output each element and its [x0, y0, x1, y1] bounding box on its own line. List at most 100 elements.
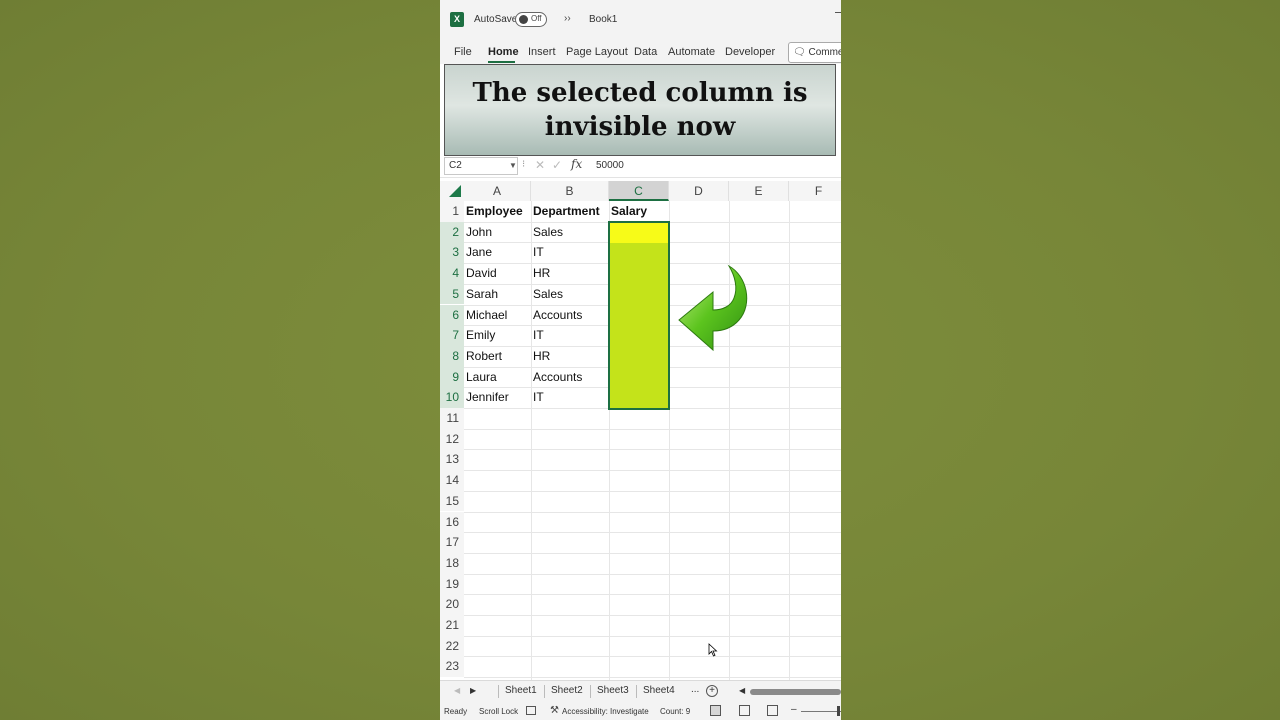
header-cell[interactable]: Department [531, 201, 619, 222]
row-header-7[interactable]: 7 [440, 325, 464, 346]
formula-input[interactable]: 50000 [596, 160, 624, 171]
sheet-tab-4[interactable]: Sheet4 [643, 685, 675, 696]
gridline [464, 615, 841, 616]
column-header-a[interactable]: A [464, 181, 531, 201]
column-header-c[interactable]: C [609, 181, 669, 201]
prev-sheet-icon[interactable]: ◀ [454, 686, 460, 695]
macro-record-icon[interactable] [526, 706, 536, 715]
row-header-4[interactable]: 4 [440, 263, 464, 284]
more-sheets-button[interactable]: ... [691, 684, 699, 695]
column-header-f[interactable]: F [789, 181, 841, 201]
row-header-1[interactable]: 1 [440, 201, 464, 222]
tab-home[interactable]: Home [488, 46, 519, 58]
select-all-button[interactable] [440, 181, 464, 201]
caption-banner: The selected column is invisible now [444, 64, 836, 156]
row-header-3[interactable]: 3 [440, 242, 464, 264]
status-bar: Ready Scroll Lock ⚒ Accessibility: Inves… [440, 702, 841, 720]
table-cell[interactable]: HR [531, 263, 609, 284]
check-icon[interactable]: ✓ [552, 158, 562, 172]
table-cell[interactable]: Michael [464, 305, 531, 326]
gridline [464, 573, 841, 575]
table-cell[interactable]: IT [531, 242, 609, 263]
row-header-5[interactable]: 5 [440, 283, 464, 305]
row-header-10[interactable]: 10 [440, 387, 464, 408]
table-cell[interactable]: Robert [464, 346, 531, 367]
table-cell[interactable]: Jennifer [464, 387, 531, 408]
horizontal-scrollbar[interactable] [750, 689, 841, 695]
double-chevron-right-icon[interactable]: ›› [564, 13, 571, 24]
row-header-16[interactable]: 16 [440, 511, 464, 533]
table-cell[interactable]: Sarah [464, 284, 531, 305]
add-sheet-button[interactable]: + [706, 685, 718, 697]
table-cell[interactable]: Jane [464, 242, 531, 263]
status-accessibility[interactable]: Accessibility: Investigate [562, 707, 649, 716]
name-box[interactable]: C2 ▼ [444, 157, 518, 175]
normal-view-icon[interactable] [710, 705, 721, 716]
row-header-9[interactable]: 9 [440, 366, 464, 388]
column-header-d[interactable]: D [669, 181, 729, 201]
row-header-8[interactable]: 8 [440, 345, 464, 367]
row-header-12[interactable]: 12 [440, 428, 464, 450]
ribbon-tabs: File Home Insert Page Layout Data Automa… [440, 40, 841, 64]
page-layout-view-icon[interactable] [739, 705, 750, 716]
row-header-19[interactable]: 19 [440, 573, 464, 595]
header-cell[interactable]: Salary [609, 201, 679, 222]
status-ready: Ready [444, 707, 468, 716]
chevron-down-icon[interactable]: ▼ [509, 161, 517, 170]
zoom-slider-thumb[interactable] [837, 706, 840, 716]
tab-divider [498, 685, 499, 698]
row-header-11[interactable]: 11 [440, 408, 464, 429]
row-header-17[interactable]: 17 [440, 532, 464, 553]
row-header-21[interactable]: 21 [440, 615, 464, 636]
table-cell[interactable]: Emily [464, 325, 531, 346]
table-cell[interactable]: IT [531, 325, 609, 346]
sheet-tab-1[interactable]: Sheet1 [505, 685, 537, 696]
cancel-icon[interactable]: ✕ [535, 158, 545, 172]
header-cell[interactable]: Employee [464, 201, 541, 222]
row-header-2[interactable]: 2 [440, 221, 464, 243]
row-header-20[interactable]: 20 [440, 594, 464, 615]
gridline [464, 552, 841, 554]
zoom-slider[interactable] [801, 711, 841, 712]
gridline [464, 532, 841, 534]
sheet-tab-3[interactable]: Sheet3 [597, 685, 629, 696]
row-header-18[interactable]: 18 [440, 552, 464, 574]
sheet-tab-2[interactable]: Sheet2 [551, 685, 583, 696]
page-break-view-icon[interactable] [767, 705, 778, 716]
tab-page-layout[interactable]: Page Layout [566, 46, 628, 58]
tab-insert[interactable]: Insert [528, 46, 556, 58]
column-header-b[interactable]: B [531, 181, 609, 201]
row-header-15[interactable]: 15 [440, 490, 464, 512]
table-cell[interactable]: Accounts [531, 305, 609, 326]
zoom-out-button[interactable]: – [791, 704, 797, 715]
insert-function-icon[interactable]: fx [571, 157, 582, 171]
gridline [789, 201, 790, 680]
comments-button[interactable]: 🗨 Comme [788, 42, 841, 63]
status-count: Count: 9 [660, 707, 691, 716]
table-cell[interactable]: John [464, 222, 531, 243]
row-header-13[interactable]: 13 [440, 449, 464, 471]
spreadsheet-grid[interactable]: ABCDEF 1 2 3 4 5 6 7 8 9 10 11 12 13 14 15 16 17 18 19 20 21… [440, 181, 841, 680]
tab-automate[interactable]: Automate [668, 46, 715, 58]
table-cell[interactable]: Laura [464, 367, 531, 388]
row-header-23[interactable]: 23 [440, 656, 464, 678]
scroll-left-icon[interactable]: ◀ [739, 686, 745, 695]
column-header-e[interactable]: E [729, 181, 789, 201]
table-cell[interactable]: Accounts [531, 367, 609, 388]
excel-window: X AutoSave Off ›› Book1 File Home Insert… [440, 0, 841, 720]
row-header-22[interactable]: 22 [440, 635, 464, 657]
table-cell[interactable]: Sales [531, 222, 609, 243]
row-header-14[interactable]: 14 [440, 470, 464, 491]
autosave-toggle[interactable]: Off [515, 12, 547, 27]
accessibility-icon[interactable]: ⚒ [550, 705, 559, 716]
row-header-6[interactable]: 6 [440, 304, 464, 326]
tab-data[interactable]: Data [634, 46, 657, 58]
next-sheet-icon[interactable]: ▶ [470, 686, 476, 695]
tab-developer[interactable]: Developer [725, 46, 775, 58]
minimize-icon[interactable] [835, 12, 841, 13]
table-cell[interactable]: IT [531, 387, 609, 408]
tab-file[interactable]: File [454, 46, 472, 58]
table-cell[interactable]: David [464, 263, 531, 284]
table-cell[interactable]: Sales [531, 284, 609, 305]
table-cell[interactable]: HR [531, 346, 609, 367]
